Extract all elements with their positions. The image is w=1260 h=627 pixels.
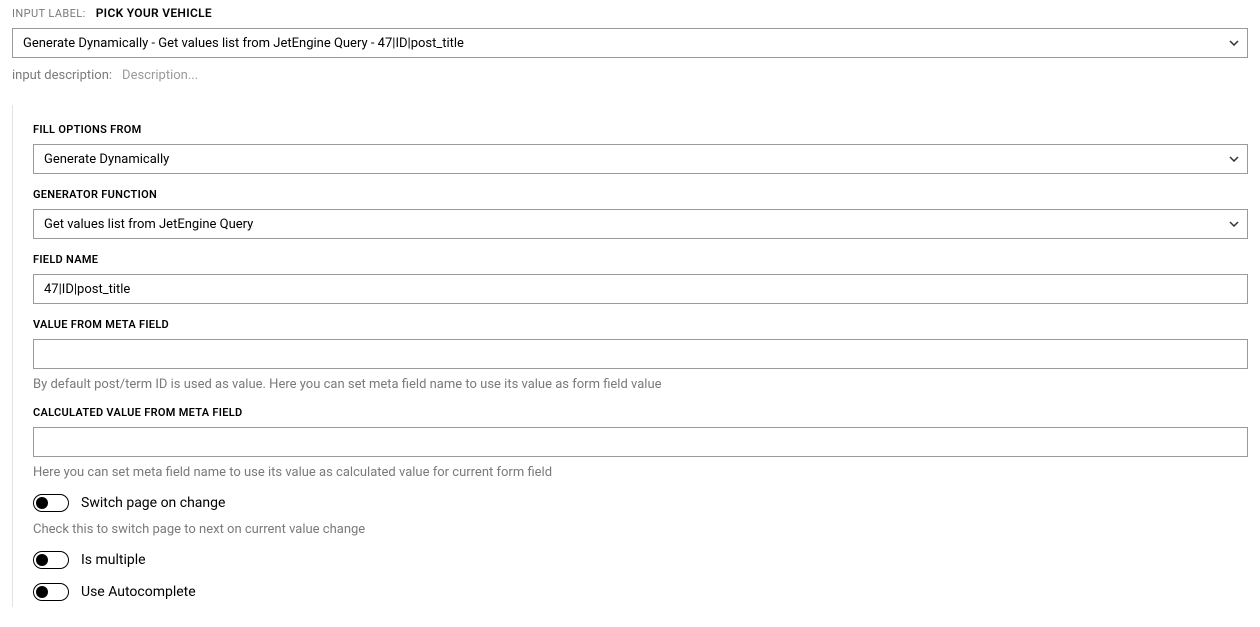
value-from-meta-help: By default post/term ID is used as value…: [33, 377, 1248, 392]
is-multiple-row: Is multiple: [33, 551, 1248, 569]
field-settings-panel: FILL OPTIONS FROM Generate Dynamically G…: [12, 105, 1248, 607]
value-from-meta-input[interactable]: [33, 339, 1248, 369]
fill-options-from-group: FILL OPTIONS FROM Generate Dynamically: [33, 123, 1248, 174]
switch-page-row: Switch page on change: [33, 494, 1248, 512]
switch-page-toggle[interactable]: [33, 494, 69, 512]
field-name-value: 47|ID|post_title: [44, 282, 130, 297]
input-description-row[interactable]: input description: Description...: [12, 68, 1248, 83]
field-name-input[interactable]: 47|ID|post_title: [33, 274, 1248, 304]
use-autocomplete-row: Use Autocomplete: [33, 583, 1248, 601]
main-summary-text: Generate Dynamically - Get values list f…: [23, 36, 464, 51]
is-multiple-label: Is multiple: [81, 552, 146, 568]
switch-page-label: Switch page on change: [81, 495, 225, 511]
generator-function-value: Get values list from JetEngine Query: [44, 217, 253, 232]
calculated-value-group: CALCULATED VALUE FROM META FIELD Here yo…: [33, 406, 1248, 480]
fill-options-from-label: FILL OPTIONS FROM: [33, 123, 1248, 136]
use-autocomplete-label: Use Autocomplete: [81, 584, 196, 600]
fill-options-from-value: Generate Dynamically: [44, 152, 169, 167]
use-autocomplete-toggle[interactable]: [33, 583, 69, 601]
chevron-down-icon: [1229, 156, 1239, 162]
chevron-down-icon: [1229, 221, 1239, 227]
chevron-down-icon: [1229, 40, 1239, 46]
input-label-caption: INPUT LABEL:: [12, 7, 86, 20]
field-name-group: FIELD NAME 47|ID|post_title: [33, 253, 1248, 304]
value-from-meta-label: VALUE FROM META FIELD: [33, 318, 1248, 331]
generator-function-select[interactable]: Get values list from JetEngine Query: [33, 209, 1248, 239]
value-from-meta-group: VALUE FROM META FIELD By default post/te…: [33, 318, 1248, 392]
switch-page-help: Check this to switch page to next on cur…: [33, 522, 1248, 537]
generator-function-group: GENERATOR FUNCTION Get values list from …: [33, 188, 1248, 239]
calculated-value-help: Here you can set meta field name to use …: [33, 465, 1248, 480]
is-multiple-toggle[interactable]: [33, 551, 69, 569]
input-label-value[interactable]: PICK YOUR VEHICLE: [96, 6, 212, 20]
input-description-caption: input description:: [12, 68, 112, 83]
calculated-value-label: CALCULATED VALUE FROM META FIELD: [33, 406, 1248, 419]
calculated-value-input[interactable]: [33, 427, 1248, 457]
generator-function-label: GENERATOR FUNCTION: [33, 188, 1248, 201]
input-label-row: INPUT LABEL: PICK YOUR VEHICLE: [12, 6, 1248, 20]
fill-options-from-select[interactable]: Generate Dynamically: [33, 144, 1248, 174]
field-name-label: FIELD NAME: [33, 253, 1248, 266]
main-summary-select[interactable]: Generate Dynamically - Get values list f…: [12, 28, 1248, 58]
input-description-placeholder: Description...: [122, 68, 198, 83]
